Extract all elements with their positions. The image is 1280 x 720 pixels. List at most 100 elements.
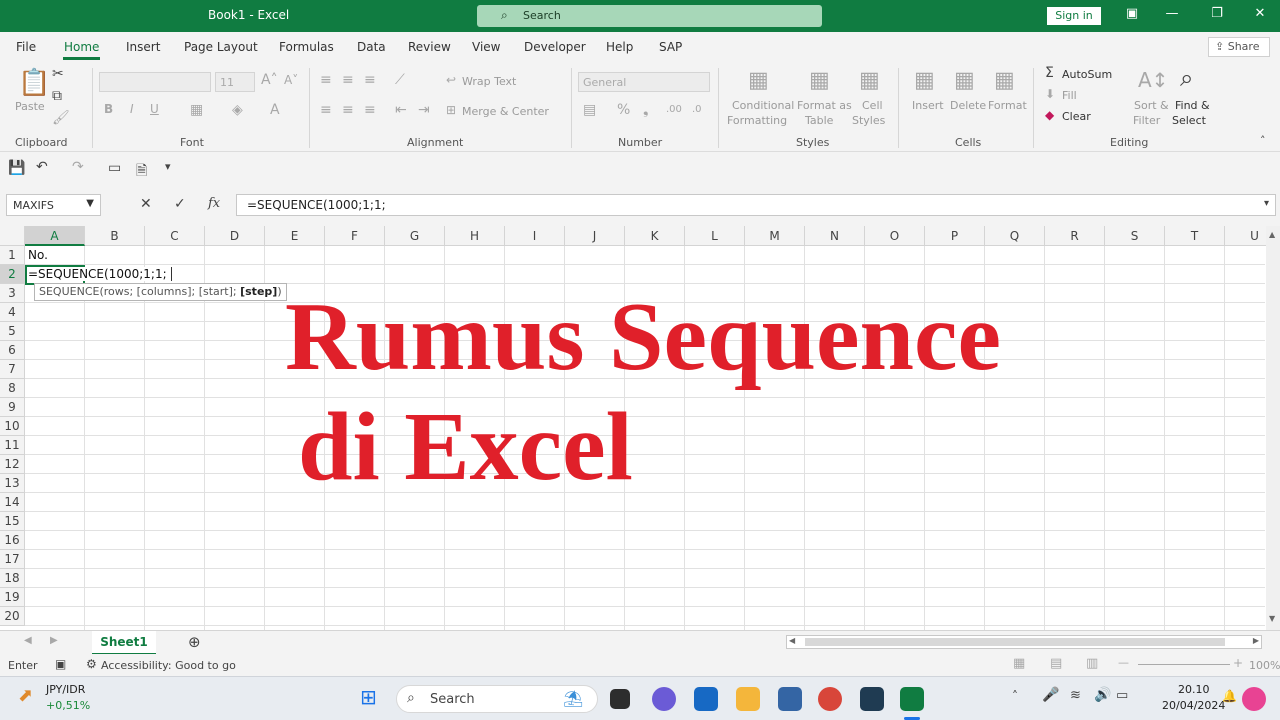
- column-header-o[interactable]: O: [865, 226, 925, 246]
- form-icon[interactable]: ▭: [108, 160, 121, 176]
- restore-icon[interactable]: ❐: [1206, 6, 1228, 21]
- format-as-table-icon[interactable]: ▦: [809, 68, 830, 93]
- file-explorer-icon[interactable]: [736, 687, 760, 711]
- clear-label[interactable]: Clear: [1062, 110, 1091, 123]
- row-header-8[interactable]: 8: [0, 379, 25, 398]
- accessibility-icon[interactable]: ⚙: [86, 657, 97, 671]
- eraser-icon[interactable]: ◆: [1045, 108, 1054, 122]
- zoom-level[interactable]: 100%: [1249, 659, 1280, 672]
- currency-icon[interactable]: ▤: [583, 102, 596, 118]
- find-select-label-1[interactable]: Find &: [1175, 99, 1210, 112]
- column-header-q[interactable]: Q: [985, 226, 1045, 246]
- outlook-icon[interactable]: [694, 687, 718, 711]
- find-select-icon[interactable]: ⌕: [1180, 64, 1193, 92]
- delete-cells-label[interactable]: Delete: [950, 99, 986, 112]
- macro-record-icon[interactable]: ▣: [55, 657, 66, 671]
- merge-center-label[interactable]: Merge & Center: [462, 105, 549, 118]
- column-header-l[interactable]: L: [685, 226, 745, 246]
- chevron-down-icon[interactable]: ▼: [86, 198, 94, 209]
- ticker-name[interactable]: JPY/IDR: [46, 683, 85, 696]
- vertical-scrollbar[interactable]: ▲ ▼: [1266, 226, 1280, 630]
- percent-icon[interactable]: %: [617, 102, 630, 118]
- ribbon-display-icon[interactable]: ▣: [1121, 6, 1143, 21]
- middle-align-icon[interactable]: ≡: [342, 72, 354, 88]
- scroll-up-icon[interactable]: ▲: [1269, 230, 1275, 239]
- wrap-text-icon[interactable]: ↩: [446, 73, 456, 87]
- worksheet-grid[interactable]: ABCDEFGHIJKLMNOPQRSTU 1 2 3 4 5 6 7 8 9 10 11 12 13 1…: [0, 226, 1280, 630]
- task-view-icon[interactable]: [610, 689, 630, 709]
- row-header-20[interactable]: 20: [0, 607, 25, 626]
- tab-view[interactable]: View: [472, 40, 500, 54]
- sort-filter-label-2[interactable]: Filter: [1133, 114, 1160, 127]
- row-header-12[interactable]: 12: [0, 455, 25, 474]
- tab-help[interactable]: Help: [606, 40, 633, 54]
- column-header-a[interactable]: A: [25, 226, 85, 246]
- column-header-m[interactable]: M: [745, 226, 805, 246]
- fill-icon[interactable]: ⬇: [1045, 87, 1055, 101]
- scroll-down-icon[interactable]: ▼: [1269, 614, 1275, 623]
- row-header-17[interactable]: 17: [0, 550, 25, 569]
- insert-cells-icon[interactable]: ▦: [914, 68, 935, 93]
- cancel-icon[interactable]: ✕: [140, 196, 152, 212]
- tab-home[interactable]: Home: [64, 40, 99, 54]
- column-header-r[interactable]: R: [1045, 226, 1105, 246]
- search-box[interactable]: ⌕ Search: [477, 5, 822, 27]
- autosum-label[interactable]: AutoSum: [1062, 68, 1112, 81]
- column-header-p[interactable]: P: [925, 226, 985, 246]
- scroll-thumb[interactable]: [805, 638, 1225, 646]
- bold-icon[interactable]: B: [104, 102, 113, 116]
- sort-filter-icon[interactable]: A↕: [1138, 68, 1168, 92]
- customize-qat-icon[interactable]: ▾: [165, 160, 171, 173]
- column-header-k[interactable]: K: [625, 226, 685, 246]
- row-header-7[interactable]: 7: [0, 360, 25, 379]
- top-align-icon[interactable]: ≡: [320, 72, 332, 88]
- tab-data[interactable]: Data: [357, 40, 386, 54]
- tab-page-layout[interactable]: Page Layout: [184, 40, 258, 54]
- column-header-e[interactable]: E: [265, 226, 325, 246]
- align-right-icon[interactable]: ≡: [364, 102, 376, 118]
- print-preview-icon[interactable]: 🗎: [136, 160, 147, 184]
- notification-icon[interactable]: 🔔: [1222, 689, 1237, 703]
- autosum-icon[interactable]: Σ: [1045, 65, 1054, 81]
- copilot-icon[interactable]: [1242, 687, 1266, 711]
- function-tooltip[interactable]: SEQUENCE(rows; [columns]; [start]; [step…: [34, 283, 287, 301]
- font-size-dropdown[interactable]: 11: [215, 72, 255, 92]
- normal-view-icon[interactable]: ▦: [1013, 656, 1025, 671]
- insert-function-icon[interactable]: fx: [208, 196, 220, 211]
- font-name-dropdown[interactable]: [99, 72, 211, 92]
- align-left-icon[interactable]: ≡: [320, 102, 332, 118]
- italic-icon[interactable]: I: [130, 102, 134, 116]
- conditional-formatting-label-1[interactable]: Conditional: [732, 99, 794, 112]
- tab-formulas[interactable]: Formulas: [279, 40, 334, 54]
- page-break-view-icon[interactable]: ▥: [1086, 656, 1098, 671]
- format-as-table-label-1[interactable]: Format as: [797, 99, 852, 112]
- add-sheet-icon[interactable]: ⊕: [188, 633, 201, 651]
- windows-start-icon[interactable]: ⊞: [360, 685, 377, 709]
- comma-icon[interactable]: ❟: [643, 102, 649, 118]
- row-header-10[interactable]: 10: [0, 417, 25, 436]
- column-header-f[interactable]: F: [325, 226, 385, 246]
- conditional-formatting-label-2[interactable]: Formatting: [727, 114, 787, 127]
- column-header-n[interactable]: N: [805, 226, 865, 246]
- name-box[interactable]: MAXIFS ▼: [6, 194, 101, 216]
- excel-app-icon[interactable]: [900, 687, 924, 711]
- align-center-icon[interactable]: ≡: [342, 102, 354, 118]
- cell-a1[interactable]: No.: [28, 248, 48, 262]
- minimize-icon[interactable]: —: [1161, 6, 1183, 21]
- fill-label[interactable]: Fill: [1062, 89, 1077, 102]
- paste-label[interactable]: Paste: [15, 100, 45, 113]
- column-header-i[interactable]: I: [505, 226, 565, 246]
- tray-overflow-icon[interactable]: ˄: [1012, 689, 1018, 703]
- find-select-label-2[interactable]: Select: [1172, 114, 1206, 127]
- next-sheet-icon[interactable]: ▶: [50, 635, 58, 646]
- save-icon[interactable]: 💾: [8, 160, 25, 176]
- borders-icon[interactable]: ▦: [190, 102, 203, 118]
- column-header-h[interactable]: H: [445, 226, 505, 246]
- row-header-16[interactable]: 16: [0, 531, 25, 550]
- column-header-s[interactable]: S: [1105, 226, 1165, 246]
- row-header-9[interactable]: 9: [0, 398, 25, 417]
- store-icon[interactable]: [778, 687, 802, 711]
- tab-developer[interactable]: Developer: [524, 40, 586, 54]
- sheet-tab-sheet1[interactable]: Sheet1: [92, 631, 156, 655]
- microphone-icon[interactable]: 🎤: [1042, 687, 1059, 703]
